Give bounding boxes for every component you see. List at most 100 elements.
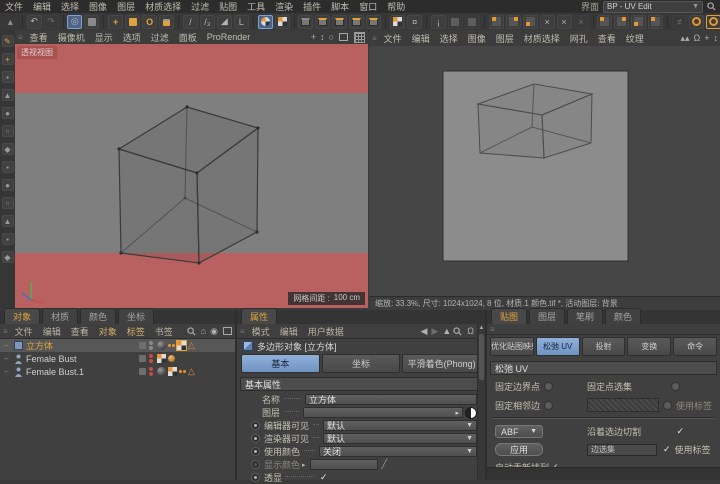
- uv-stack-icon[interactable]: [631, 15, 646, 29]
- menu-map[interactable]: 贴图: [214, 0, 242, 13]
- pin-point-sel-checkbox[interactable]: [671, 382, 680, 391]
- visibility-dots[interactable]: [149, 341, 153, 350]
- tool-icon-4[interactable]: ▲: [2, 89, 14, 101]
- tool-icon-6[interactable]: ▫: [2, 125, 14, 137]
- edge-selection-field[interactable]: 边选集: [587, 444, 657, 456]
- tool-icon-3[interactable]: ▪: [2, 71, 14, 83]
- tool-icon-8[interactable]: ▪: [2, 161, 14, 173]
- uv-circle-sel-icon[interactable]: [706, 15, 720, 29]
- uv-flip-icon[interactable]: ×: [574, 15, 589, 29]
- uv-polygon-mode-icon[interactable]: [275, 15, 290, 29]
- panel-handle-icon[interactable]: ≡: [15, 33, 25, 42]
- texture-tag-icon[interactable]: △: [188, 367, 195, 376]
- uv-align-bottom-icon[interactable]: [523, 15, 538, 29]
- layer-chip-icon[interactable]: [139, 355, 146, 362]
- move-tool-icon[interactable]: +: [108, 15, 123, 29]
- tab-phong[interactable]: 平滑着色(Phong): [402, 354, 481, 373]
- tool-icon-13[interactable]: ◆: [2, 251, 14, 263]
- lock-icon[interactable]: Ω: [465, 326, 476, 336]
- menu-plugins[interactable]: 插件: [298, 0, 326, 13]
- tab-coordinates[interactable]: 坐标: [322, 354, 401, 373]
- uvw-tag-icon[interactable]: [168, 367, 177, 376]
- uv-menu-mesh[interactable]: 网孔: [565, 32, 593, 45]
- redo-icon[interactable]: ↷: [44, 15, 59, 29]
- uv-mirror-v-icon[interactable]: ×: [557, 15, 572, 29]
- attr-menu-edit[interactable]: 编辑: [275, 325, 303, 338]
- menu-render[interactable]: 渲染: [270, 0, 298, 13]
- relax-uv-section[interactable]: 松弛 UV: [490, 361, 717, 375]
- selection-tag-icon[interactable]: [179, 370, 186, 373]
- rectangle-selection-icon[interactable]: [84, 15, 99, 29]
- uv-align-left-icon[interactable]: [489, 15, 504, 29]
- commands-button[interactable]: 命令: [673, 337, 717, 356]
- uvw-tag-icon[interactable]: [157, 354, 166, 363]
- om-menu-tags[interactable]: 标签: [122, 325, 150, 338]
- layer-chip-icon[interactable]: [139, 342, 146, 349]
- search-icon[interactable]: [707, 2, 716, 11]
- tab-attributes[interactable]: 属性: [241, 308, 277, 324]
- phong-tag-icon[interactable]: [157, 341, 166, 350]
- use-tag-checkbox[interactable]: [663, 401, 672, 410]
- material-tag-icon[interactable]: [168, 355, 175, 362]
- algorithm-dropdown[interactable]: ABF ▼: [495, 425, 543, 438]
- use-color-dropdown[interactable]: 关闭 ▼: [319, 446, 477, 457]
- tool-icon-12[interactable]: ▪: [2, 233, 14, 245]
- crop-icon[interactable]: L: [234, 15, 249, 29]
- pan-icon[interactable]: +: [702, 33, 711, 43]
- undo-icon[interactable]: ↶: [27, 15, 42, 29]
- tool-icon-7[interactable]: ◆: [2, 143, 14, 155]
- attr-menu-userdata[interactable]: 用户数据: [303, 325, 349, 338]
- menu-script[interactable]: 脚本: [326, 0, 354, 13]
- orbit-icon[interactable]: ○: [327, 32, 336, 42]
- attr-menu-mode[interactable]: 模式: [247, 325, 275, 338]
- scrollbar-thumb[interactable]: [479, 334, 484, 380]
- tool-icon-1[interactable]: ✎: [2, 35, 14, 47]
- add-panel-icon[interactable]: [223, 327, 232, 335]
- basic-properties-section[interactable]: 基本属性: [240, 377, 482, 391]
- panel-handle-icon[interactable]: ≡: [237, 327, 247, 336]
- image-icon[interactable]: ▴▴: [678, 33, 691, 44]
- tool-icon-2[interactable]: +: [2, 53, 14, 65]
- tool-icon-5[interactable]: ●: [2, 107, 14, 119]
- vp-menu-options[interactable]: 选项: [118, 31, 146, 44]
- lock-icon[interactable]: Ω: [692, 33, 703, 43]
- search-icon[interactable]: [453, 327, 462, 336]
- brush-3d-icon[interactable]: /₃: [200, 15, 215, 29]
- apply-button[interactable]: 应用: [495, 443, 543, 456]
- uv-distribute-icon[interactable]: [614, 15, 629, 29]
- uv-align-right-icon[interactable]: [506, 15, 521, 29]
- om-menu-bookmarks[interactable]: 书签: [150, 325, 178, 338]
- uv-menu-image[interactable]: 图像: [463, 32, 491, 45]
- snap-icon[interactable]: [448, 15, 463, 29]
- uvw-tag-icon[interactable]: [177, 341, 186, 350]
- pan-icon[interactable]: +: [309, 32, 318, 42]
- tab-coordinates[interactable]: 坐标: [118, 308, 154, 324]
- projection-button[interactable]: 投射: [582, 337, 626, 356]
- object-row-female-bust-1[interactable]: – Female Bust.1 △: [0, 365, 235, 378]
- menu-file[interactable]: 文件: [0, 0, 28, 13]
- uv-circle-icon[interactable]: [689, 15, 704, 29]
- uv-mirror-u-icon[interactable]: ×: [540, 15, 555, 29]
- om-menu-edit[interactable]: 编辑: [38, 325, 66, 338]
- point-mode-icon[interactable]: [332, 15, 347, 29]
- eraser-icon[interactable]: ◢: [217, 15, 232, 29]
- tab-materials[interactable]: 材质: [42, 308, 78, 324]
- zoom-icon[interactable]: ↕: [712, 33, 720, 43]
- menu-image[interactable]: 图像: [84, 0, 112, 13]
- om-menu-objects[interactable]: 对象: [94, 325, 122, 338]
- tool-icon-10[interactable]: ▫: [2, 197, 14, 209]
- texture-mode-icon[interactable]: [315, 15, 330, 29]
- edge-mode-icon[interactable]: [349, 15, 364, 29]
- visibility-dots[interactable]: [149, 354, 153, 363]
- vp-menu-display[interactable]: 显示: [90, 31, 118, 44]
- paint-brush-icon[interactable]: /: [183, 15, 198, 29]
- menu-edit[interactable]: 编辑: [28, 0, 56, 13]
- polygon-mode-icon[interactable]: [366, 15, 381, 29]
- uv-texture-view[interactable]: ≡ 文件 编辑 选择 图像 图层 材质选择 网孔 查看 纹理 ▴▴ Ω + ↕: [369, 30, 720, 310]
- uv-terrace-icon[interactable]: ≠: [672, 15, 687, 29]
- om-menu-file[interactable]: 文件: [10, 325, 38, 338]
- renderer-visible-radio[interactable]: [251, 434, 260, 443]
- om-menu-view[interactable]: 查看: [66, 325, 94, 338]
- rotate-tool-icon[interactable]: O: [142, 15, 157, 29]
- uv-menu-layer[interactable]: 图层: [491, 32, 519, 45]
